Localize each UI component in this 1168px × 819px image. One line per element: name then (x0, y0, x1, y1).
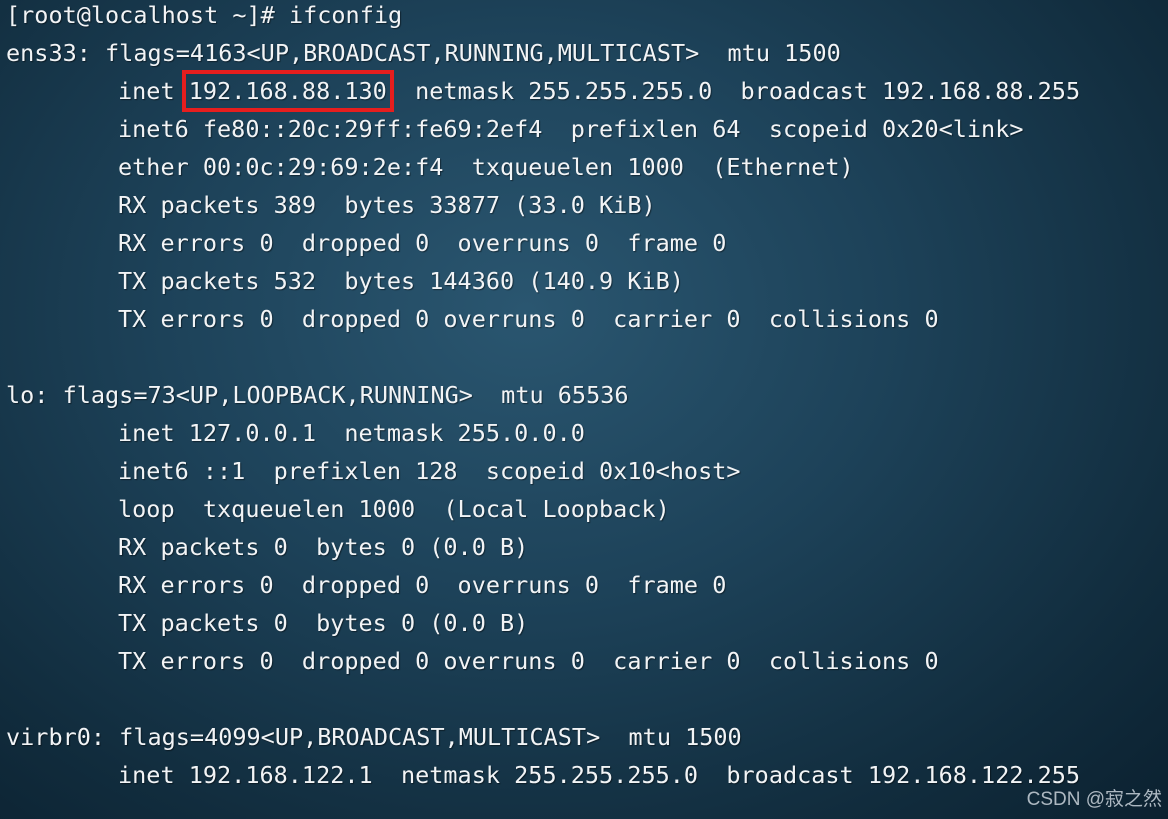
lo-rx-errors-line: RX errors 0 dropped 0 overruns 0 frame 0 (6, 570, 726, 600)
lo-inet-line: inet 127.0.0.1 netmask 255.0.0.0 (6, 418, 585, 448)
lo-inet6-text: inet6 ::1 prefixlen 128 scopeid 0x10<hos… (118, 457, 741, 485)
ens33-tx-errors-text: TX errors 0 dropped 0 overruns 0 carrier… (118, 305, 939, 333)
ens33-tx-packets-text: TX packets 532 bytes 144360 (140.9 KiB) (118, 267, 684, 295)
ens33-inet6-text: inet6 fe80::20c:29ff:fe69:2ef4 prefixlen… (118, 115, 1024, 143)
lo-inet6-line: inet6 ::1 prefixlen 128 scopeid 0x10<hos… (6, 456, 741, 486)
csdn-watermark: CSDN @寂之然 (1026, 789, 1162, 810)
ens33-rx-packets-text: RX packets 389 bytes 33877 (33.0 KiB) (118, 191, 656, 219)
lo-tx-errors-line: TX errors 0 dropped 0 overruns 0 carrier… (6, 646, 939, 676)
lo-tx-errors-text: TX errors 0 dropped 0 overruns 0 carrier… (118, 647, 939, 675)
lo-tx-packets-line: TX packets 0 bytes 0 (0.0 B) (6, 608, 528, 638)
ens33-header: ens33: flags=4163<UP,BROADCAST,RUNNING,M… (6, 39, 841, 67)
ens33-rx-errors-text: RX errors 0 dropped 0 overruns 0 frame 0 (118, 229, 727, 257)
virbr0-inet-line: inet 192.168.122.1 netmask 255.255.255.0… (6, 760, 1080, 790)
ens33-inet-label: inet (118, 77, 189, 105)
lo-tx-packets-text: TX packets 0 bytes 0 (0.0 B) (118, 609, 529, 637)
lo-rx-errors-text: RX errors 0 dropped 0 overruns 0 frame 0 (118, 571, 727, 599)
ens33-ether-line: ether 00:0c:29:69:2e:f4 txqueuelen 1000 … (6, 152, 854, 182)
ens33-inet6-line: inet6 fe80::20c:29ff:fe69:2ef4 prefixlen… (6, 114, 1023, 144)
ens33-inet-line: inet 192.168.88.130 netmask 255.255.255.… (6, 70, 1081, 112)
ens33-tx-errors-line: TX errors 0 dropped 0 overruns 0 carrier… (6, 304, 939, 334)
virbr0-inet-text: inet 192.168.122.1 netmask 255.255.255.0… (118, 761, 1081, 789)
lo-loop-line: loop txqueuelen 1000 (Local Loopback) (6, 494, 670, 524)
virbr0-header: virbr0: flags=4099<UP,BROADCAST,MULTICAS… (6, 723, 742, 751)
ens33-rx-errors-line: RX errors 0 dropped 0 overruns 0 frame 0 (6, 228, 726, 258)
command-prompt-line: [root@localhost ~]# ifconfig (6, 1, 403, 29)
lo-rx-packets-text: RX packets 0 bytes 0 (0.0 B) (118, 533, 529, 561)
ens33-tx-packets-line: TX packets 532 bytes 144360 (140.9 KiB) (6, 266, 684, 296)
lo-inet-text: inet 127.0.0.1 netmask 255.0.0.0 (118, 419, 585, 447)
terminal-output[interactable]: [root@localhost ~]# ifconfig ens33: flag… (6, 0, 1162, 819)
ens33-inet-rest: netmask 255.255.255.0 broadcast 192.168.… (386, 77, 1081, 105)
ens33-rx-packets-line: RX packets 389 bytes 33877 (33.0 KiB) (6, 190, 656, 220)
lo-header: lo: flags=73<UP,LOOPBACK,RUNNING> mtu 65… (6, 381, 629, 409)
highlighted-ip-address: 192.168.88.130 (181, 70, 394, 112)
ens33-ether-text: ether 00:0c:29:69:2e:f4 txqueuelen 1000 … (118, 153, 854, 181)
lo-loop-text: loop txqueuelen 1000 (Local Loopback) (118, 495, 670, 523)
lo-rx-packets-line: RX packets 0 bytes 0 (0.0 B) (6, 532, 528, 562)
